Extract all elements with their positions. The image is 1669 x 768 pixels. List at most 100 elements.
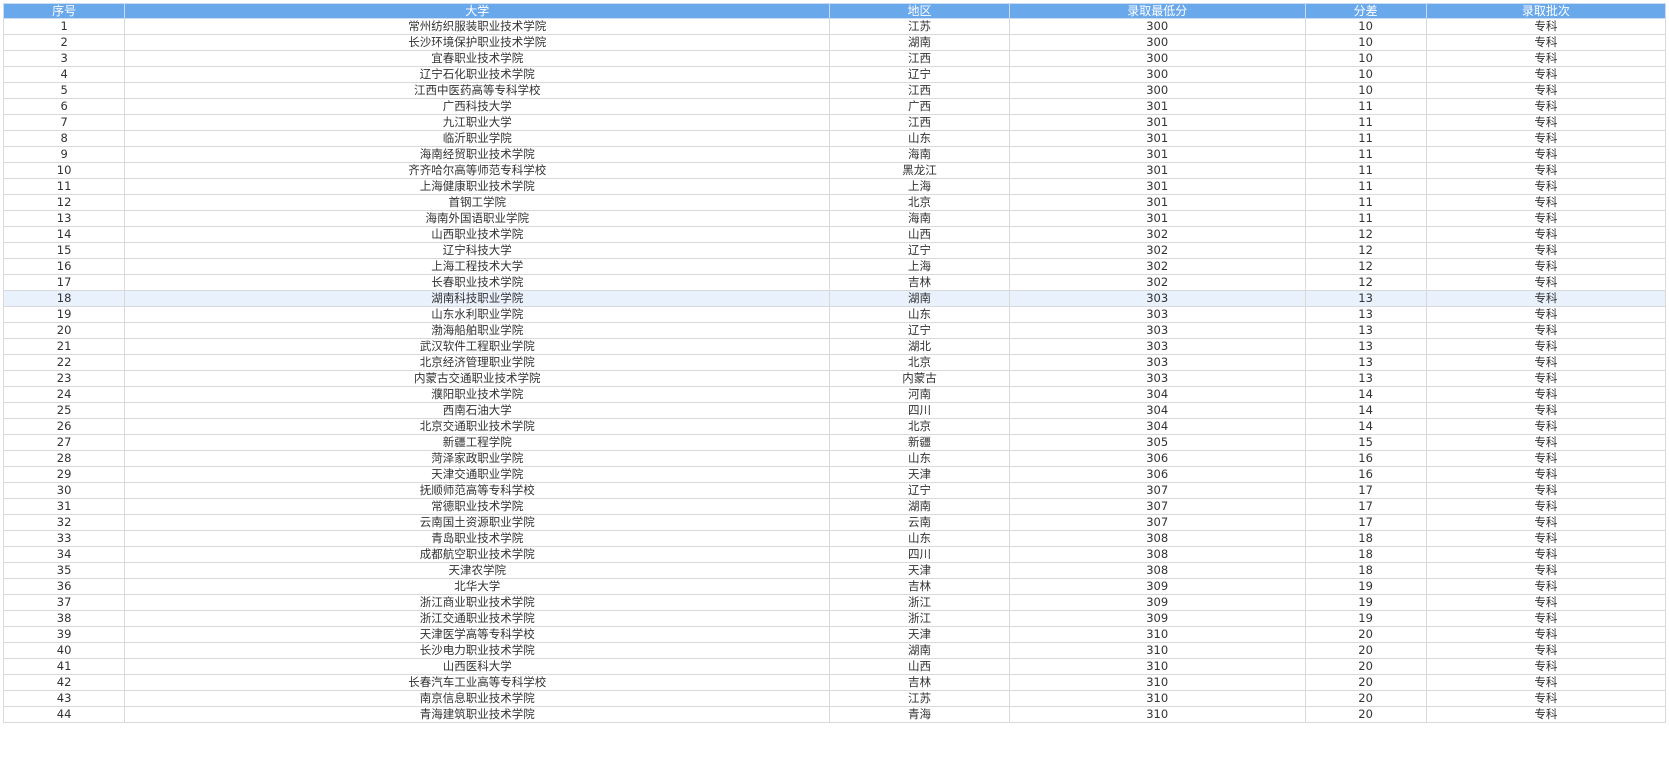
cell-university: 江西中医药高等专科学校 (124, 82, 831, 99)
table-row[interactable]: 21 武汉软件工程职业学院 湖北 303 13 专科 (2, 338, 1667, 355)
table-row[interactable]: 26 北京交通职业技术学院 北京 304 14 专科 (2, 418, 1667, 435)
table-row[interactable]: 36 北华大学 吉林 309 19 专科 (2, 578, 1667, 595)
table-row[interactable]: 30 抚顺师范高等专科学校 辽宁 307 17 专科 (2, 482, 1667, 499)
cell-region: 江苏 (829, 18, 1010, 35)
cell-university: 海南经贸职业技术学院 (124, 146, 831, 163)
table-row[interactable]: 15 辽宁科技大学 辽宁 302 12 专科 (2, 242, 1667, 259)
cell-min-score: 306 (1008, 466, 1306, 483)
table-row[interactable]: 16 上海工程技术大学 上海 302 12 专科 (2, 258, 1667, 275)
cell-university: 天津交通职业学院 (124, 466, 831, 483)
table-row[interactable]: 39 天津医学高等专科学校 天津 310 20 专科 (2, 626, 1667, 643)
cell-min-score: 307 (1008, 498, 1306, 515)
cell-university: 上海健康职业技术学院 (124, 178, 831, 195)
cell-region: 北京 (829, 418, 1010, 435)
cell-university: 湖南科技职业学院 (124, 290, 831, 307)
cell-index: 4 (2, 66, 126, 83)
table-row[interactable]: 41 山西医科大学 山西 310 20 专科 (2, 658, 1667, 675)
cell-batch: 专科 (1425, 626, 1667, 643)
table-row[interactable]: 12 首钢工学院 北京 301 11 专科 (2, 194, 1667, 211)
table-row[interactable]: 10 齐齐哈尔高等师范专科学校 黑龙江 301 11 专科 (2, 162, 1667, 179)
table-row[interactable]: 9 海南经贸职业技术学院 海南 301 11 专科 (2, 146, 1667, 163)
table-row[interactable]: 18 湖南科技职业学院 湖南 303 13 专科 (2, 290, 1667, 307)
table-row[interactable]: 13 海南外国语职业学院 海南 301 11 专科 (2, 210, 1667, 227)
table-row[interactable]: 37 浙江商业职业技术学院 浙江 309 19 专科 (2, 594, 1667, 611)
cell-min-score: 301 (1008, 178, 1306, 195)
table-row[interactable]: 25 西南石油大学 四川 304 14 专科 (2, 402, 1667, 419)
table-row[interactable]: 38 浙江交通职业技术学院 浙江 309 19 专科 (2, 610, 1667, 627)
table-row[interactable]: 33 青岛职业技术学院 山东 308 18 专科 (2, 530, 1667, 547)
table-row[interactable]: 5 江西中医药高等专科学校 江西 300 10 专科 (2, 82, 1667, 99)
cell-score-diff: 18 (1304, 562, 1427, 579)
cell-region: 山东 (829, 130, 1010, 147)
cell-batch: 专科 (1425, 658, 1667, 675)
cell-index: 43 (2, 690, 126, 707)
cell-region: 云南 (829, 514, 1010, 531)
table-row[interactable]: 31 常德职业技术学院 湖南 307 17 专科 (2, 498, 1667, 515)
cell-score-diff: 13 (1304, 290, 1427, 307)
table-row[interactable]: 34 成都航空职业技术学院 四川 308 18 专科 (2, 546, 1667, 563)
table-row[interactable]: 27 新疆工程学院 新疆 305 15 专科 (2, 434, 1667, 451)
header-score-diff[interactable]: 分差 (1304, 3, 1427, 19)
cell-university: 长沙电力职业技术学院 (124, 642, 831, 659)
table-row[interactable]: 28 菏泽家政职业学院 山东 306 16 专科 (2, 450, 1667, 467)
table-row[interactable]: 40 长沙电力职业技术学院 湖南 310 20 专科 (2, 642, 1667, 659)
cell-score-diff: 12 (1304, 226, 1427, 243)
cell-index: 30 (2, 482, 126, 499)
header-university[interactable]: 大学 (124, 3, 831, 19)
table-row[interactable]: 20 渤海船舶职业学院 辽宁 303 13 专科 (2, 322, 1667, 339)
cell-index: 16 (2, 258, 126, 275)
cell-university: 长春职业技术学院 (124, 274, 831, 291)
header-row: 序号 大学 地区 录取最低分 分差 录取批次 (2, 3, 1667, 19)
header-region[interactable]: 地区 (829, 3, 1010, 19)
cell-index: 28 (2, 450, 126, 467)
table-row[interactable]: 17 长春职业技术学院 吉林 302 12 专科 (2, 274, 1667, 291)
cell-university: 九江职业大学 (124, 114, 831, 131)
table-row[interactable]: 43 南京信息职业技术学院 江苏 310 20 专科 (2, 690, 1667, 707)
cell-score-diff: 17 (1304, 498, 1427, 515)
cell-university: 新疆工程学院 (124, 434, 831, 451)
table-row[interactable]: 29 天津交通职业学院 天津 306 16 专科 (2, 466, 1667, 483)
cell-min-score: 307 (1008, 482, 1306, 499)
table-row[interactable]: 23 内蒙古交通职业技术学院 内蒙古 303 13 专科 (2, 370, 1667, 387)
cell-region: 海南 (829, 146, 1010, 163)
header-index[interactable]: 序号 (2, 3, 126, 19)
cell-min-score: 300 (1008, 50, 1306, 67)
table-row[interactable]: 24 濮阳职业技术学院 河南 304 14 专科 (2, 386, 1667, 403)
cell-region: 上海 (829, 178, 1010, 195)
table-row[interactable]: 19 山东水利职业学院 山东 303 13 专科 (2, 306, 1667, 323)
cell-score-diff: 19 (1304, 578, 1427, 595)
cell-index: 3 (2, 50, 126, 67)
cell-university: 长春汽车工业高等专科学校 (124, 674, 831, 691)
header-batch[interactable]: 录取批次 (1425, 3, 1667, 19)
table-header: 序号 大学 地区 录取最低分 分差 录取批次 (2, 3, 1667, 19)
table-row[interactable]: 44 青海建筑职业技术学院 青海 310 20 专科 (2, 706, 1667, 723)
table-row[interactable]: 3 宜春职业技术学院 江西 300 10 专科 (2, 50, 1667, 67)
cell-batch: 专科 (1425, 82, 1667, 99)
cell-min-score: 302 (1008, 274, 1306, 291)
table-row[interactable]: 7 九江职业大学 江西 301 11 专科 (2, 114, 1667, 131)
cell-score-diff: 20 (1304, 706, 1427, 723)
cell-batch: 专科 (1425, 322, 1667, 339)
table-row[interactable]: 11 上海健康职业技术学院 上海 301 11 专科 (2, 178, 1667, 195)
cell-region: 四川 (829, 402, 1010, 419)
cell-score-diff: 11 (1304, 98, 1427, 115)
cell-batch: 专科 (1425, 642, 1667, 659)
cell-score-diff: 11 (1304, 194, 1427, 211)
table-row[interactable]: 32 云南国土资源职业学院 云南 307 17 专科 (2, 514, 1667, 531)
table-row[interactable]: 1 常州纺织服装职业技术学院 江苏 300 10 专科 (2, 18, 1667, 35)
table-row[interactable]: 22 北京经济管理职业学院 北京 303 13 专科 (2, 354, 1667, 371)
table-row[interactable]: 6 广西科技大学 广西 301 11 专科 (2, 98, 1667, 115)
table-row[interactable]: 14 山西职业技术学院 山西 302 12 专科 (2, 226, 1667, 243)
cell-university: 濮阳职业技术学院 (124, 386, 831, 403)
table-row[interactable]: 8 临沂职业学院 山东 301 11 专科 (2, 130, 1667, 147)
table-row[interactable]: 4 辽宁石化职业技术学院 辽宁 300 10 专科 (2, 66, 1667, 83)
cell-index: 37 (2, 594, 126, 611)
table-row[interactable]: 35 天津农学院 天津 308 18 专科 (2, 562, 1667, 579)
table-row[interactable]: 42 长春汽车工业高等专科学校 吉林 310 20 专科 (2, 674, 1667, 691)
cell-min-score: 310 (1008, 658, 1306, 675)
cell-batch: 专科 (1425, 274, 1667, 291)
table-row[interactable]: 2 长沙环境保护职业技术学院 湖南 300 10 专科 (2, 34, 1667, 51)
cell-index: 34 (2, 546, 126, 563)
cell-min-score: 304 (1008, 386, 1306, 403)
header-min-score[interactable]: 录取最低分 (1008, 3, 1306, 19)
